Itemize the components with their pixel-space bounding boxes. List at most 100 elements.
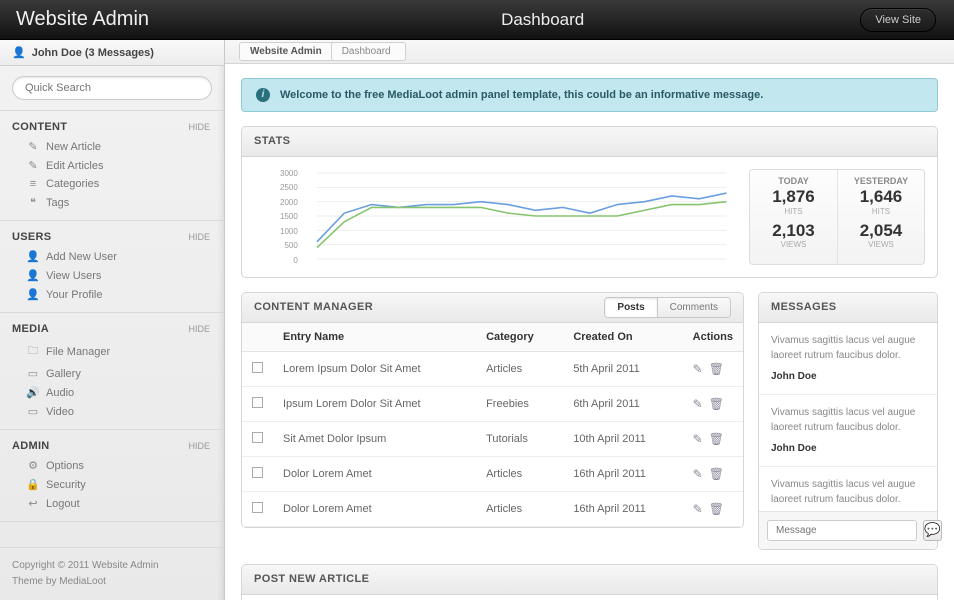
edit-icon[interactable]: ✎ [693,362,703,376]
row-checkbox[interactable] [252,397,263,408]
cell-category: Articles [476,491,563,526]
row-checkbox[interactable] [252,467,263,478]
categories-icon: ≡ [26,178,40,190]
hide-toggle[interactable]: HIDE [188,122,210,132]
content-manager-table: Entry Name Category Created On Actions L… [242,323,743,527]
nav-section-title: USERS [12,231,51,243]
sidebar-item[interactable]: 👤 View Users [0,266,224,285]
views-label: VIEWS [838,240,924,249]
options-icon: ⚙ [26,459,40,472]
copyright: Copyright © 2011 Website Admin [12,558,212,574]
sidebar-item[interactable]: ⚙ Options [0,456,224,475]
post-new-article-title: POST NEW ARTICLE [254,573,369,585]
tab-posts[interactable]: Posts [605,298,656,317]
cell-created: 6th April 2011 [563,386,682,421]
sidebar-item[interactable]: 🗀File Manager [0,339,224,364]
table-row: Dolor Lorem AmetArticles16th April 2011✎… [242,491,743,526]
sidebar-item-label: Security [46,479,86,491]
table-row: Dolor Lorem AmetArticles16th April 2011✎… [242,456,743,491]
tab-comments[interactable]: Comments [657,298,730,317]
message-item: Vivamus sagittis lacus vel augue laoreet… [759,323,937,395]
views-label: VIEWS [750,240,837,249]
sidebar-item-label: View Users [46,270,101,282]
content-manager-panel: CONTENT MANAGER Posts Comments Entry Nam… [241,292,744,528]
cell-entry: Sit Amet Dolor Ipsum [273,421,476,456]
nav-section-title: ADMIN [12,440,50,452]
sidebar-item[interactable]: ↩ Logout [0,494,224,513]
row-checkbox[interactable] [252,362,263,373]
messages-panel: MESSAGES Vivamus sagittis lacus vel augu… [758,292,938,550]
breadcrumb-item[interactable]: Website Admin [239,42,337,61]
delete-icon[interactable]: 🗑 [709,362,724,376]
sidebar-item[interactable]: ✎New Article [0,137,224,156]
sidebar-item[interactable]: ▭Video [0,402,224,421]
sidebar-item-label: Options [46,460,84,472]
cell-entry: Dolor Lorem Amet [273,456,476,491]
cell-category: Articles [476,351,563,386]
sidebar-item[interactable]: ❝Tags [0,193,224,212]
sidebar-item-label: Add New User [46,251,117,263]
messages-title: MESSAGES [771,301,837,313]
sidebar-item-label: Your Profile [46,289,102,301]
table-row: Ipsum Lorem Dolor Sit AmetFreebies6th Ap… [242,386,743,421]
search-wrap [0,66,224,111]
yesterday-label: YESTERDAY [838,176,924,186]
delete-icon[interactable]: 🗑 [709,432,724,446]
today-label: TODAY [750,176,837,186]
delete-icon[interactable]: 🗑 [709,502,724,516]
view-users-icon: 👤 [26,269,40,282]
edit-icon[interactable]: ✎ [693,502,703,516]
sidebar-item[interactable]: ▭ Gallery [0,364,224,383]
site-title: Website Admin [0,8,225,31]
cell-entry: Lorem Ipsum Dolor Sit Amet [273,351,476,386]
col-created: Created On [563,323,682,352]
hits-label: HITS [750,207,837,216]
gallery-icon: ▭ [26,367,40,380]
search-input[interactable] [12,76,212,100]
sidebar-item[interactable]: ≡Categories [0,175,224,193]
page-title: Dashboard [225,10,860,30]
sidebar-item-label: Logout [46,498,80,510]
user-label: John Doe (3 Messages) [32,47,154,59]
theme-credit: Theme by MediaLoot [12,574,212,590]
sidebar-item-label: Video [46,406,74,418]
stats-chart: 300025002000150010005000 [254,169,737,265]
sidebar-item[interactable]: 👤 Add New User [0,247,224,266]
cell-entry: Dolor Lorem Amet [273,491,476,526]
breadcrumb-item[interactable]: Dashboard [331,42,406,61]
add-user-icon: 👤 [26,250,40,263]
sidebar-item[interactable]: 🔊Audio [0,383,224,402]
hide-toggle[interactable]: HIDE [188,324,210,334]
sidebar-item[interactable]: 🔒Security [0,475,224,494]
logout-icon: ↩ [26,497,40,510]
stats-title: STATS [254,135,290,147]
sidebar-footer: Copyright © 2011 Website Admin Theme by … [0,547,224,600]
delete-icon[interactable]: 🗑 [709,467,724,481]
file-manager-icon: 🗀 [26,342,40,361]
message-input[interactable] [767,520,917,541]
message-item: Vivamus sagittis lacus vel augue laoreet… [759,395,937,467]
view-site-button[interactable]: View Site [860,8,936,32]
cell-created: 5th April 2011 [563,351,682,386]
row-checkbox[interactable] [252,502,263,513]
edit-icon[interactable]: ✎ [693,432,703,446]
today-views: 2,103 [750,222,837,241]
hide-toggle[interactable]: HIDE [188,232,210,242]
breadcrumb-bar: Website Admin Dashboard [225,40,954,64]
hits-label: HITS [838,207,924,216]
user-bar[interactable]: 👤 John Doe (3 Messages) [0,40,224,66]
sidebar-item[interactable]: 👤Your Profile [0,285,224,304]
message-author: John Doe [771,369,925,384]
content-manager-tabs: Posts Comments [604,297,731,318]
messages-list[interactable]: Vivamus sagittis lacus vel augue laoreet… [759,323,937,511]
hide-toggle[interactable]: HIDE [188,441,210,451]
sidebar-item[interactable]: ✎Edit Articles [0,156,224,175]
row-checkbox[interactable] [252,432,263,443]
edit-icon[interactable]: ✎ [693,397,703,411]
post-new-article-panel: POST NEW ARTICLE [241,564,938,600]
audio-icon: 🔊 [26,386,40,399]
delete-icon[interactable]: 🗑 [709,397,724,411]
edit-icon[interactable]: ✎ [693,467,703,481]
sidebar-item-label: Gallery [46,368,81,380]
send-message-button[interactable]: 💬 [923,520,942,541]
